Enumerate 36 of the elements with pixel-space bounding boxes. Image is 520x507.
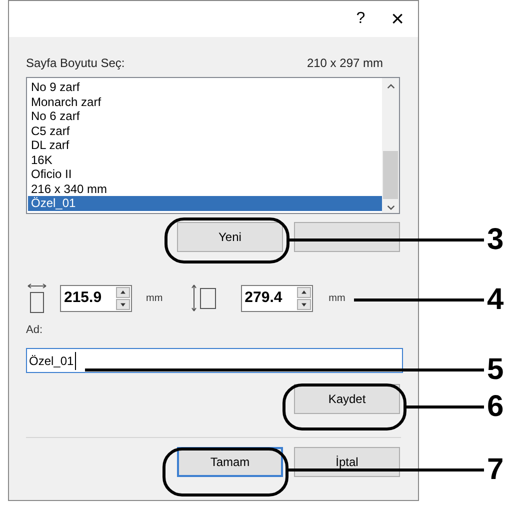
scroll-down-icon[interactable] (386, 205, 394, 210)
list-item[interactable]: No 6 zarf (28, 109, 382, 124)
scroll-up-icon[interactable] (386, 84, 394, 89)
callout-number: 3 (487, 225, 504, 255)
page-size-label: Sayfa Boyutu Seç: (26, 55, 125, 72)
callout-number: 4 (487, 285, 504, 315)
callout-number: 6 (487, 392, 504, 422)
dimensions-text: 210 x 297 mm (306, 55, 383, 72)
new-button[interactable]: Yeni (177, 222, 283, 252)
list-item[interactable]: No 9 zarf (28, 80, 382, 94)
scroll-thumb[interactable] (383, 151, 398, 199)
width-icon (27, 283, 47, 313)
width-unit: mm (146, 292, 163, 306)
name-label: Ad: (26, 323, 44, 338)
list-item[interactable]: C5 zarf (28, 124, 382, 138)
height-icon (190, 283, 217, 313)
list-item[interactable]: 16K (28, 152, 382, 167)
close-button[interactable]: × (391, 8, 404, 30)
page-size-list[interactable]: No 9 zarf Monarch zarf No 6 zarf C5 zarf DL zarf 16K Oficio II 216 x 340 mm Özel_01 (26, 77, 400, 214)
save-button[interactable]: Kaydet (294, 384, 400, 414)
callout-number: 5 (487, 355, 504, 385)
ok-button[interactable]: Tamam (177, 447, 283, 477)
list-item[interactable]: DL zarf (28, 138, 382, 152)
name-field[interactable]: Özel_01 (26, 348, 403, 373)
cancel-button[interactable]: İptal (294, 447, 400, 477)
width-spinbox[interactable]: 215.9 (60, 284, 132, 312)
list-item[interactable]: 216 x 340 mm (28, 182, 382, 196)
help-button[interactable]: ? (356, 7, 366, 31)
list-item[interactable]: Özel_01 (28, 196, 382, 210)
height-spinbox[interactable]: 279.4 (240, 284, 313, 312)
height-unit: mm (328, 292, 346, 306)
blank-button[interactable] (294, 222, 400, 252)
list-item[interactable]: Oficio II (28, 167, 382, 182)
list-item[interactable]: Monarch zarf (28, 94, 382, 109)
callout-number: 7 (487, 455, 504, 485)
scrollbar[interactable] (382, 78, 399, 213)
